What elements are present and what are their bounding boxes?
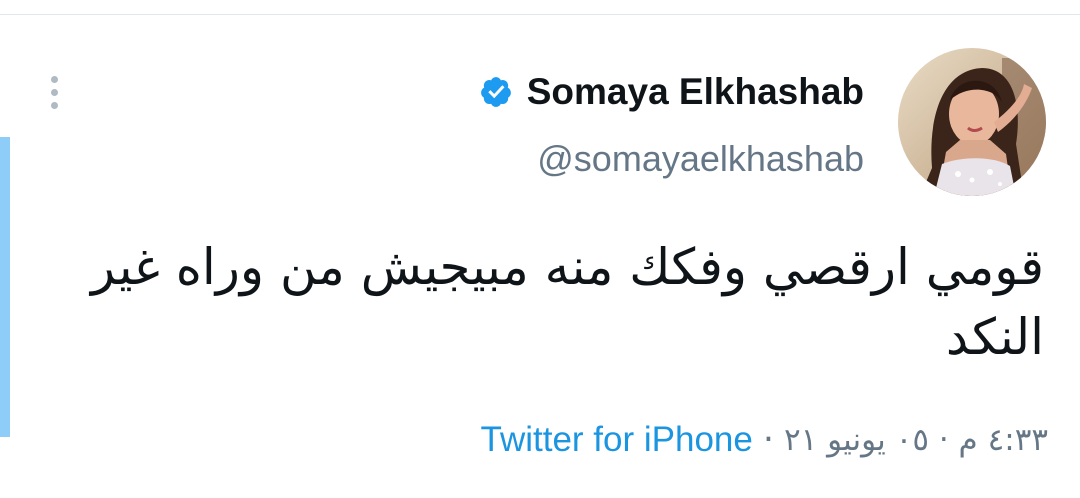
meta-separator: · [762,420,774,460]
top-divider [0,14,1080,15]
more-vertical-icon-dot [51,89,58,96]
more-vertical-icon-dot [51,102,58,109]
verified-badge-icon [480,77,511,107]
author-display-name[interactable]: Somaya Elkhashab [527,71,864,113]
author-handle[interactable]: @somayaelkhashab [537,138,864,180]
more-options-button[interactable] [40,74,70,110]
author-name-row[interactable]: Somaya Elkhashab [479,68,864,116]
thread-connector-bar [0,137,10,437]
profile-photo-icon [898,48,1046,196]
tweet-timestamp[interactable]: ٤:٣٣ م · ٠٥ يونيو ٢١ [784,422,1048,458]
tweet-text: قومي ارقصي وفكك منه مبيجيش من وراه غير ا… [90,238,1044,366]
tweet-source-link[interactable]: Twitter for iPhone [481,420,753,460]
tweet-meta-row: Twitter for iPhone · ٤:٣٣ م · ٠٥ يونيو ٢… [481,420,1048,460]
avatar[interactable] [898,48,1046,196]
more-vertical-icon [51,76,58,83]
